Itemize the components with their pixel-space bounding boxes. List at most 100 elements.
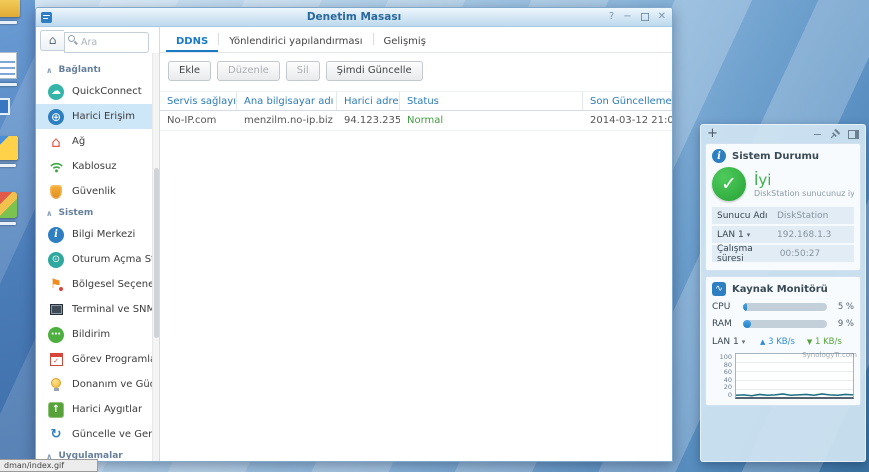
external-devices-icon: ↑ — [48, 402, 64, 418]
chevron-down-icon: ▾ — [747, 231, 751, 239]
terminal-icon — [48, 302, 64, 318]
widget-panel: + − i Sistem Durumu ✓ İyi DiskStation su… — [700, 124, 866, 462]
sidebar-item-guncelle-geri-yukle[interactable]: ↻ Güncelle ve Geri Yükle — [36, 422, 159, 447]
upload-rate: ▲ 3 KB/s — [760, 337, 795, 347]
regional-options-icon: ⚑ — [48, 277, 64, 293]
close-icon[interactable]: ✕ — [658, 10, 666, 24]
update-restore-icon: ↻ — [48, 427, 64, 443]
lan-traffic-chart: 100 80 60 40 20 0 — [712, 353, 854, 399]
lan-selector[interactable]: LAN 1 ▾ — [717, 230, 750, 240]
tab-bar: DDNS Yönlendirici yapılandırması Gelişmi… — [160, 27, 672, 53]
window-titlebar[interactable]: Denetim Masası ? − ✕ — [36, 8, 672, 27]
scrollbar-thumb[interactable] — [154, 168, 159, 338]
desktop-icon-document[interactable] — [0, 52, 17, 86]
sidebar-item-label: Donanım ve Güç — [72, 379, 155, 390]
sidebar-item-harici-aygitlar[interactable]: ↑ Harici Aygıtlar — [36, 397, 159, 422]
desktop-icon-shortcut[interactable] — [0, 98, 10, 115]
sidebar-item-label: Görev Programlayıcı — [72, 354, 159, 365]
control-panel-window-icon — [41, 12, 52, 23]
sidebar-item-donanim-ve-guc[interactable]: Donanım ve Güç — [36, 372, 159, 397]
sidebar-item-harici-erisim[interactable]: ⊕ Harici Erişim — [36, 104, 159, 129]
column-header-external-address[interactable]: Harici adres — [337, 92, 400, 110]
field-value: DiskStation — [777, 211, 849, 221]
app-icon — [0, 192, 17, 218]
ram-bar-track — [743, 320, 827, 328]
home-button[interactable]: ⌂ — [40, 30, 64, 51]
sidebar-section-baglanti[interactable]: ∧ Bağlantı — [36, 61, 159, 79]
tab-router-configuration[interactable]: Yönlendirici yapılandırması — [219, 30, 372, 52]
sidebar-item-label: Güncelle ve Geri Yükle — [72, 429, 159, 440]
sidebar-item-oturum-acma-stili[interactable]: ⊙ Oturum Açma Stili — [36, 247, 159, 272]
cpu-bar-fill — [743, 303, 747, 311]
collapse-icon: ∧ — [46, 66, 53, 75]
maximize-icon[interactable] — [641, 13, 649, 21]
sidebar-item-guvenlik[interactable]: Güvenlik — [36, 179, 159, 204]
status-row: ✓ İyi DiskStation sunucunuz iyi durumda — [712, 167, 854, 201]
status-text: İyi — [754, 171, 854, 189]
cpu-row: CPU 5 % — [712, 300, 854, 314]
help-icon[interactable]: ? — [609, 10, 614, 24]
edit-button[interactable]: Düzenle — [217, 61, 280, 81]
toolbar: Ekle Düzenle Sil Şimdi Güncelle — [160, 53, 672, 89]
sidebar-item-label: QuickConnect — [72, 86, 142, 97]
column-header-status[interactable]: Status — [400, 92, 583, 110]
sidebar-item-label: Kablosuz — [72, 161, 117, 172]
panel-minimize-icon[interactable]: − — [813, 128, 822, 141]
widget-panel-controls: − — [813, 128, 859, 141]
lan-row: LAN 1 ▾ ▲ 3 KB/s ▼ 1 KB/s — [712, 334, 854, 350]
sidebar-item-label: Oturum Açma Stili — [72, 254, 159, 265]
column-header-provider[interactable]: Servis sağlayıcı — [160, 92, 237, 110]
desktop-icon-folder[interactable] — [0, 0, 20, 24]
network-icon: ⌂ — [48, 134, 64, 150]
field-label: Sunucu Adı — [717, 211, 768, 221]
add-button[interactable]: Ekle — [168, 61, 211, 81]
sidebar-item-bilgi-merkezi[interactable]: i Bilgi Merkezi — [36, 222, 159, 247]
table-row[interactable]: No-IP.com menzilm.no-ip.biz 94.123.235.7… — [160, 111, 672, 131]
sidebar-item-label: Bölgesel Seçenekler — [72, 279, 159, 290]
desktop-icon-app[interactable] — [0, 192, 17, 225]
widget-title: Sistem Durumu — [732, 151, 819, 162]
ram-value: 9 % — [832, 319, 854, 329]
cpu-value: 5 % — [832, 302, 854, 312]
lan-selector[interactable]: LAN 1 ▾ — [712, 337, 750, 347]
info-center-icon: i — [48, 227, 64, 243]
task-scheduler-icon: ✓ — [48, 352, 64, 368]
download-arrow-icon: ▼ — [807, 338, 812, 346]
sidebar-section-sistem[interactable]: ∧ Sistem — [36, 204, 159, 222]
control-panel-window: Denetim Masası ? − ✕ ⌂ — [35, 7, 673, 462]
section-label: Sistem — [59, 208, 94, 218]
sidebar-item-terminal-snmp[interactable]: Terminal ve SNMP — [36, 297, 159, 322]
sidebar-item-gorev-programlayici[interactable]: ✓ Görev Programlayıcı — [36, 347, 159, 372]
update-now-button[interactable]: Şimdi Güncelle — [326, 61, 423, 81]
hardware-power-icon — [48, 377, 64, 393]
dock-panel-icon[interactable] — [848, 130, 859, 139]
tab-advanced[interactable]: Gelişmiş — [374, 30, 436, 52]
delete-button[interactable]: Sil — [286, 61, 320, 81]
tab-ddns[interactable]: DDNS — [166, 30, 218, 52]
resource-monitor-widget: ∿ Kaynak Monitörü CPU 5 % RAM 9 % LAN 1 … — [705, 276, 861, 406]
column-header-last-update[interactable]: Son Güncelleme Zamanı — [583, 92, 672, 110]
desktop-icon-drive[interactable] — [0, 136, 18, 167]
pin-icon[interactable] — [830, 129, 840, 139]
sidebar-header: ⌂ — [36, 27, 159, 53]
desktop-icon-label — [0, 21, 17, 24]
watermark: SynologyTr.com — [802, 351, 857, 359]
add-widget-button[interactable]: + — [707, 128, 718, 140]
minimize-icon[interactable]: − — [623, 10, 631, 24]
sidebar-item-label: Terminal ve SNMP — [72, 304, 159, 315]
desktop-icon-label — [0, 222, 16, 225]
sidebar-item-kablosuz[interactable]: Kablosuz — [36, 154, 159, 179]
quickconnect-icon: ☁ — [48, 84, 64, 100]
cell-provider: No-IP.com — [160, 115, 237, 126]
window-body: ⌂ ∧ Bağlantı ☁ QuickConnect — [36, 27, 672, 461]
search-icon — [68, 35, 75, 42]
column-header-hostname[interactable]: Ana bilgisayar adı — [237, 92, 337, 110]
browser-status-bar: dman/index.gif — [0, 459, 98, 472]
sidebar-item-ag[interactable]: ⌂ Ağ — [36, 129, 159, 154]
sidebar-item-quickconnect[interactable]: ☁ QuickConnect — [36, 79, 159, 104]
window-controls: ? − ✕ — [609, 10, 666, 24]
sidebar-item-bolgesel-secenekler[interactable]: ⚑ Bölgesel Seçenekler — [36, 272, 159, 297]
sidebar-scrollbar[interactable] — [152, 53, 159, 461]
security-shield-icon — [48, 184, 64, 200]
sidebar-item-bildirim[interactable]: ⋯ Bildirim — [36, 322, 159, 347]
